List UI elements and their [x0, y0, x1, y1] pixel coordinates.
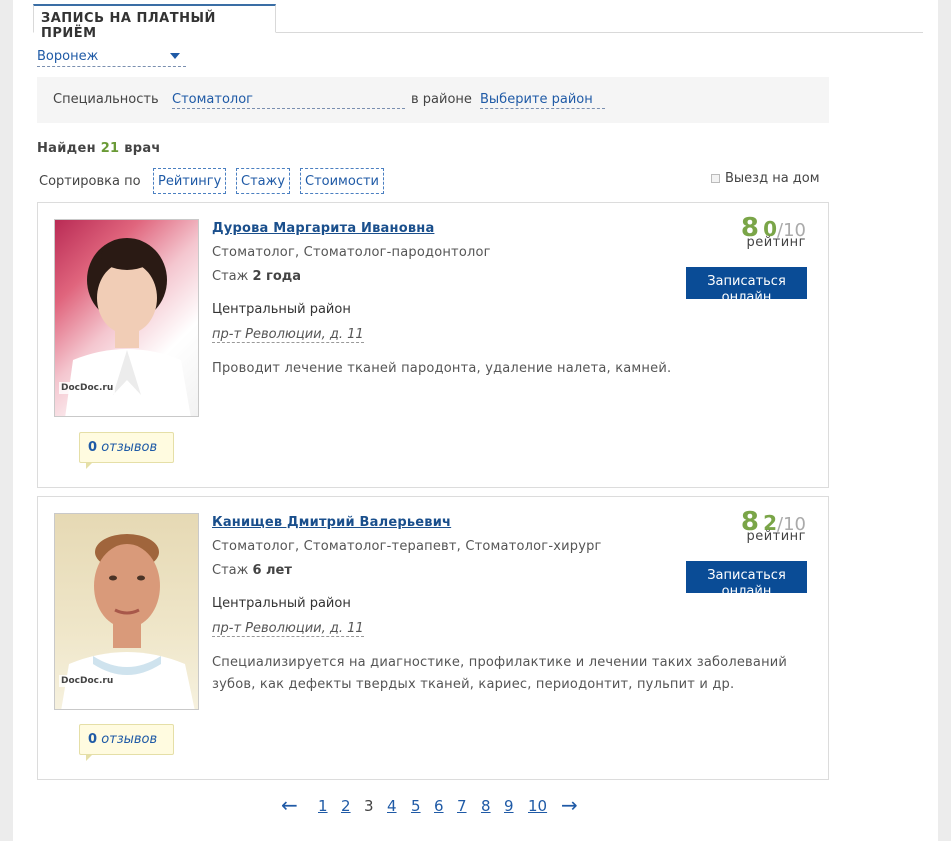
home-visit-checkbox[interactable]	[711, 174, 720, 183]
prev-page-arrow-icon[interactable]: ←	[281, 793, 298, 817]
home-visit-label: Выезд на дом	[725, 171, 820, 186]
sort-by-rating[interactable]: Рейтингу	[153, 168, 227, 194]
tab-paid-appointment[interactable]: ЗАПИСЬ НА ПЛАТНЫЙ ПРИЁМ	[33, 4, 276, 41]
page-link[interactable]: 10	[528, 797, 547, 815]
current-page: 3	[364, 797, 374, 815]
chevron-down-icon	[170, 53, 180, 59]
doctor-description: Проводит лечение тканей пародонта, удале…	[212, 361, 672, 376]
doctor-card: DocDoc.ru 0 отзывов Канищев Дмитрий Вале…	[37, 496, 829, 780]
sort-row: Сортировка по Рейтингу Стажу Стоимости В…	[39, 168, 829, 194]
doctor-experience: Стаж 6 лет	[212, 563, 292, 578]
book-online-button[interactable]: Записаться онлайн	[686, 561, 807, 593]
district-select[interactable]: Выберите район	[480, 92, 605, 109]
speciality-select[interactable]: Стоматолог	[172, 92, 405, 109]
doctor-rating: 8 2/10 рейтинг	[741, 507, 806, 544]
watermark-logo: DocDoc.ru	[59, 382, 116, 394]
doctor-photo[interactable]: DocDoc.ru	[54, 513, 199, 710]
next-page-arrow-icon[interactable]: →	[561, 793, 578, 817]
doctor-district: Центральный район	[212, 302, 351, 317]
doctor-specialities: Стоматолог, Стоматолог-терапевт, Стомато…	[212, 539, 602, 554]
tab-bar: ЗАПИСЬ НА ПЛАТНЫЙ ПРИЁМ	[33, 0, 923, 41]
page-link[interactable]: 1	[318, 797, 328, 815]
reviews-link[interactable]: отзывов	[101, 732, 157, 747]
reviews-count: 0	[88, 732, 98, 747]
page-link[interactable]: 9	[504, 797, 514, 815]
doctor-specialities: Стоматолог, Стоматолог-пародонтолог	[212, 245, 491, 260]
speciality-label: Специальность	[53, 92, 159, 107]
doctor-experience: Стаж 2 года	[212, 269, 302, 284]
page: ЗАПИСЬ НА ПЛАТНЫЙ ПРИЁМ Воронеж Специаль…	[13, 0, 938, 841]
found-count: Найден 21 врач	[37, 141, 161, 156]
speech-tail-icon	[86, 754, 93, 761]
sort-by-price[interactable]: Стоимости	[300, 168, 384, 194]
sort-by-experience[interactable]: Стажу	[236, 168, 291, 194]
doctor-name-link[interactable]: Канищев Дмитрий Валерьевич	[212, 515, 451, 530]
watermark-logo: DocDoc.ru	[59, 675, 116, 687]
found-number: 21	[100, 141, 120, 156]
sort-label: Сортировка по	[39, 174, 141, 189]
speech-tail-icon	[86, 462, 93, 469]
doctor-address-link[interactable]: пр-т Революции, д. 11	[212, 621, 364, 637]
home-visit-filter[interactable]: Выезд на дом	[711, 171, 820, 186]
doctor-rating: 8 0/10 рейтинг	[741, 213, 806, 250]
reviews-count: 0	[88, 440, 98, 455]
page-link[interactable]: 2	[341, 797, 351, 815]
doctor-photo[interactable]: DocDoc.ru	[54, 219, 199, 417]
book-online-button[interactable]: Записаться онлайн	[686, 267, 807, 299]
page-link[interactable]: 6	[434, 797, 444, 815]
city-select[interactable]: Воронеж	[37, 49, 186, 67]
page-link[interactable]: 5	[411, 797, 421, 815]
city-value: Воронеж	[37, 49, 99, 64]
pagination: ← 1 2 3 4 5 6 7 8 9 10 →	[13, 793, 938, 821]
reviews-link[interactable]: отзывов	[101, 440, 157, 455]
rating-label: рейтинг	[746, 235, 806, 250]
rating-label: рейтинг	[746, 529, 806, 544]
page-link[interactable]: 4	[387, 797, 397, 815]
doctor-name-link[interactable]: Дурова Маргарита Ивановна	[212, 221, 434, 236]
reviews-badge[interactable]: 0 отзывов	[79, 432, 174, 469]
filter-bar: Специальность Стоматолог в районе Выбери…	[37, 77, 829, 123]
doctor-district: Центральный район	[212, 596, 351, 611]
doctor-card: DocDoc.ru 0 отзывов Дурова Маргарита Ива…	[37, 202, 829, 488]
page-link[interactable]: 8	[481, 797, 491, 815]
doctor-address-link[interactable]: пр-т Революции, д. 11	[212, 327, 364, 343]
district-label: в районе	[411, 92, 472, 107]
page-link[interactable]: 7	[457, 797, 467, 815]
doctor-description: Специализируется на диагностике, профила…	[212, 655, 788, 692]
reviews-badge[interactable]: 0 отзывов	[79, 724, 174, 761]
